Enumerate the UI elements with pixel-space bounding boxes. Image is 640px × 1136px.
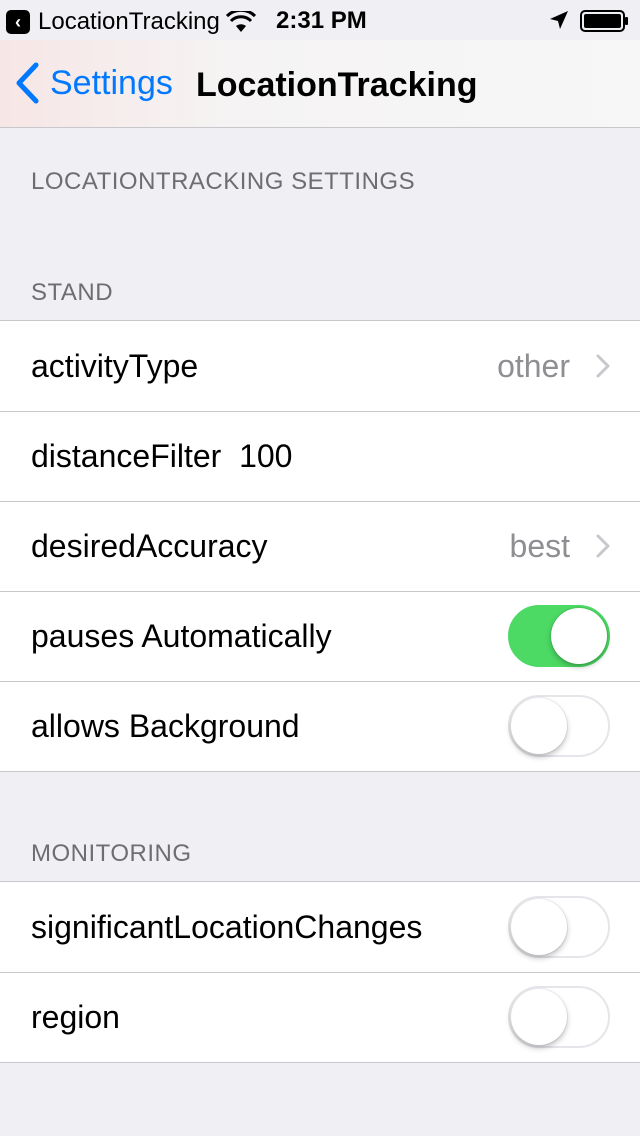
region-toggle[interactable] xyxy=(508,986,610,1048)
row-region: region xyxy=(0,972,640,1062)
row-significant-location-changes: significantLocationChanges xyxy=(0,882,640,972)
settings-header: LOCATIONTRACKING SETTINGS xyxy=(31,168,416,195)
pauses-automatically-toggle[interactable] xyxy=(508,605,610,667)
toggle-knob xyxy=(511,989,567,1045)
significant-location-changes-toggle[interactable] xyxy=(508,896,610,958)
row-label: significantLocationChanges xyxy=(31,908,423,945)
status-bar: ‹ LocationTracking 2:31 PM xyxy=(0,0,640,40)
row-distance-filter: distanceFilter 100 xyxy=(0,411,640,501)
row-label: desiredAccuracy xyxy=(31,527,268,564)
row-detail: other xyxy=(497,347,570,384)
row-label: region xyxy=(31,998,120,1035)
status-time: 2:31 PM xyxy=(276,7,367,34)
row-label: activityType xyxy=(31,347,199,384)
battery-icon xyxy=(580,10,628,32)
row-label: allows Background xyxy=(31,707,300,744)
page-title: LocationTracking xyxy=(196,66,478,104)
toggle-knob xyxy=(551,608,607,664)
toggle-knob xyxy=(511,899,567,955)
row-label: distanceFilter 100 xyxy=(31,437,293,474)
chevron-right-icon xyxy=(596,534,610,558)
wifi-icon xyxy=(225,11,256,32)
back-to-app[interactable]: ‹ LocationTracking xyxy=(6,8,256,36)
back-button[interactable]: Settings xyxy=(14,62,173,104)
back-button-label: Settings xyxy=(50,63,173,102)
location-arrow-icon xyxy=(550,11,568,29)
back-app-icon: ‹ xyxy=(6,10,30,34)
chevron-right-icon xyxy=(596,354,610,378)
row-label: pauses Automatically xyxy=(31,617,332,654)
allows-background-toggle[interactable] xyxy=(508,695,610,757)
chevron-left-icon xyxy=(16,62,39,104)
section-header-monitoring: MONITORING xyxy=(31,840,192,867)
toggle-knob xyxy=(511,698,567,754)
monitoring-group: significantLocationChanges region xyxy=(0,881,640,1063)
stand-group: activityType other distanceFilter 100 de… xyxy=(0,320,640,772)
navigation-bar: Settings LocationTracking xyxy=(0,40,640,128)
row-pauses-automatically: pauses Automatically xyxy=(0,591,640,681)
section-header-stand: STAND xyxy=(31,279,114,306)
row-activity-type[interactable]: activityType other xyxy=(0,321,640,411)
back-app-label: LocationTracking xyxy=(38,8,220,35)
row-detail: best xyxy=(509,527,570,564)
row-allows-background: allows Background xyxy=(0,681,640,771)
row-desired-accuracy[interactable]: desiredAccuracy best xyxy=(0,501,640,591)
